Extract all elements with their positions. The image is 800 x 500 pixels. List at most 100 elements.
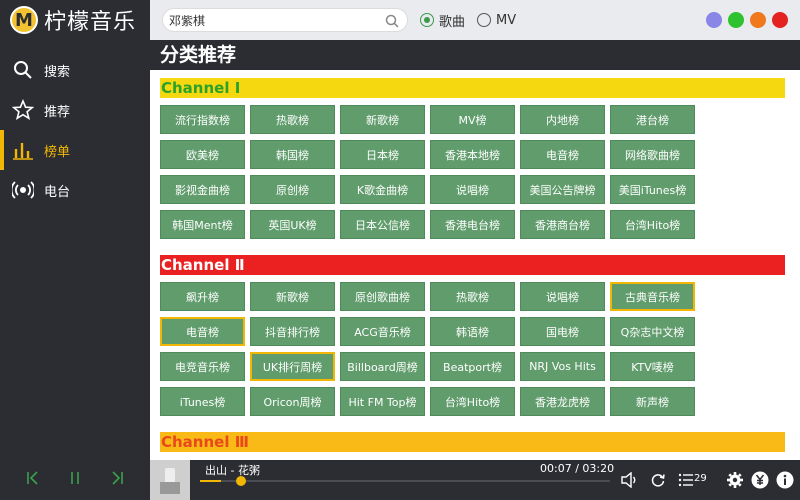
app-title: 柠檬音乐 [44,10,137,35]
previous-icon[interactable] [25,470,41,490]
chart-category-button[interactable]: K歌金曲榜 [340,175,425,204]
settings-gear-icon[interactable] [725,470,745,490]
chart-category-button[interactable]: 香港电台榜 [430,210,515,239]
chart-category-button[interactable]: 香港龙虎榜 [520,387,605,416]
radio-mv[interactable]: MV [477,13,516,28]
progress-knob[interactable] [235,476,246,486]
chart-category-button[interactable]: 国电榜 [520,317,605,346]
chart-category-button[interactable]: 台湾Hito榜 [610,210,695,239]
sidebar-item-search[interactable]: 搜索 [0,50,150,90]
window-button-purple[interactable] [706,12,722,28]
chart-category-button[interactable]: 英国UK榜 [250,210,335,239]
chart-category-button[interactable]: 电音榜 [160,317,245,346]
sidebar-nav: 搜索 推荐 榜单 电台 [0,50,150,210]
chart-category-button[interactable]: 原创榜 [250,175,335,204]
volume-icon[interactable] [619,470,639,490]
chart-category-button[interactable]: 内地榜 [520,105,605,134]
chart-category-button[interactable]: 抖音排行榜 [250,317,335,346]
song-title: 出山 - 花粥 [205,464,260,477]
player-controls [0,460,150,500]
sidebar-item-radio[interactable]: 电台 [0,170,150,210]
channel-header: Channel Ⅲ [160,432,785,452]
radio-unselected-icon [477,13,492,27]
window-button-orange[interactable] [750,12,766,28]
chart-category-button[interactable]: 新歌榜 [250,282,335,311]
chart-category-button[interactable]: 说唱榜 [520,282,605,311]
page-title: 分类推荐 [150,40,800,70]
channel-section: Channel Ⅲ [160,432,785,452]
sidebar-item-recommend[interactable]: 推荐 [0,90,150,130]
sidebar-item-label: 推荐 [44,104,71,120]
window-button-green[interactable] [728,12,744,28]
chart-category-button[interactable]: 影视金曲榜 [160,175,245,204]
chart-category-button[interactable]: 热歌榜 [250,105,335,134]
search-icon [12,59,34,81]
chart-category-button[interactable]: ACG音乐榜 [340,317,425,346]
window-controls [706,12,788,28]
app-logo: M 柠檬音乐 [0,0,150,40]
chart-category-button[interactable]: 韩国榜 [250,140,335,169]
chart-category-button[interactable]: iTunes榜 [160,387,245,416]
search-icon[interactable] [385,13,399,32]
album-cover[interactable] [150,460,190,500]
channel-button-grid: 流行指数榜 热歌榜 新歌榜 MV榜 内地榜 港台榜欧美榜 韩国榜 日本榜 香港本地榜 电音榜 网络歌… [160,105,785,245]
chart-category-button[interactable]: 港台榜 [610,105,695,134]
sidebar-item-label: 电台 [44,184,71,200]
sidebar-item-label: 榜单 [44,144,71,160]
chart-category-button[interactable]: 香港本地榜 [430,140,515,169]
radio-song[interactable]: 歌曲 [420,11,465,30]
chart-category-button[interactable]: 美国公告牌榜 [520,175,605,204]
chart-bars-icon [12,139,34,161]
chart-category-button[interactable]: 美国iTunes榜 [610,175,695,204]
playlist-icon[interactable] [676,470,696,490]
sidebar: M 柠檬音乐 搜索 推荐 榜单 电台 [0,0,150,460]
donate-yen-icon[interactable] [750,470,770,490]
main-content: Channel Ⅰ 流行指数榜 热歌榜 新歌榜 MV榜 内地榜 港台榜 欧美榜 韩国榜 日本榜香… [150,70,800,460]
player-bar: 出山 - 花粥 00:07 / 03:20 29 [0,460,800,500]
channel-button-grid: 飙升榜 新歌榜 原创歌曲榜 热歌榜 说唱榜 古典音乐榜电音榜 抖音排行榜 ACG音乐榜 韩语榜国… [160,282,785,422]
channel-section: Channel Ⅱ 飙升榜 新歌榜 原创歌曲榜 热歌榜 说唱榜 古典音乐榜电音榜 抖音排行榜… [160,255,785,422]
chart-category-button[interactable]: 网络歌曲榜 [610,140,695,169]
chart-category-button[interactable]: 电竞音乐榜 [160,352,245,381]
sidebar-item-label: 搜索 [44,64,71,80]
search-input[interactable] [169,13,379,27]
chart-category-button[interactable]: Oricon周榜 [250,387,335,416]
chart-category-button[interactable]: Hit FM Top榜 [340,387,425,416]
chart-category-button[interactable]: 原创歌曲榜 [340,282,425,311]
info-icon[interactable] [775,470,795,490]
radio-icon [12,179,34,201]
channel-header: Channel Ⅱ [160,255,785,275]
chart-category-button[interactable]: 日本榜 [340,140,425,169]
chart-category-button[interactable]: 新歌榜 [340,105,425,134]
chart-category-button[interactable]: 新声榜 [610,387,695,416]
chart-category-button[interactable]: KTV唛榜 [610,352,695,381]
chart-category-button[interactable]: 韩国Ment榜 [160,210,245,239]
pause-icon[interactable] [67,470,83,490]
progress-bar[interactable] [200,476,610,486]
chart-category-button[interactable]: 香港商台榜 [520,210,605,239]
chart-category-button[interactable]: 日本公信榜 [340,210,425,239]
sidebar-item-charts[interactable]: 榜单 [0,130,150,170]
chart-category-button[interactable]: 飙升榜 [160,282,245,311]
chart-category-button[interactable]: 热歌榜 [430,282,515,311]
chart-category-button[interactable]: MV榜 [430,105,515,134]
chart-category-button[interactable]: 韩语榜 [430,317,515,346]
chart-category-button[interactable]: Q杂志中文榜 [610,317,695,346]
repeat-icon[interactable] [648,470,668,490]
next-icon[interactable] [109,470,125,490]
playlist-count: 29 [694,473,707,484]
chart-category-button[interactable]: 电音榜 [520,140,605,169]
chart-category-button[interactable]: UK排行周榜 [250,352,335,381]
chart-category-button[interactable]: 欧美榜 [160,140,245,169]
chart-category-button[interactable]: 流行指数榜 [160,105,245,134]
window-button-red[interactable] [772,12,788,28]
chart-category-button[interactable]: 台湾Hito榜 [430,387,515,416]
chart-category-button[interactable]: 说唱榜 [430,175,515,204]
chart-category-button[interactable]: NRJ Vos Hits [520,352,605,381]
chart-category-button[interactable]: Billboard周榜 [340,352,425,381]
chart-category-button[interactable]: Beatport榜 [430,352,515,381]
song-time: 00:07 / 03:20 [540,462,615,475]
top-bar: 歌曲 MV [150,0,800,40]
chart-category-button[interactable]: 古典音乐榜 [610,282,695,311]
progress-fill [200,480,221,482]
